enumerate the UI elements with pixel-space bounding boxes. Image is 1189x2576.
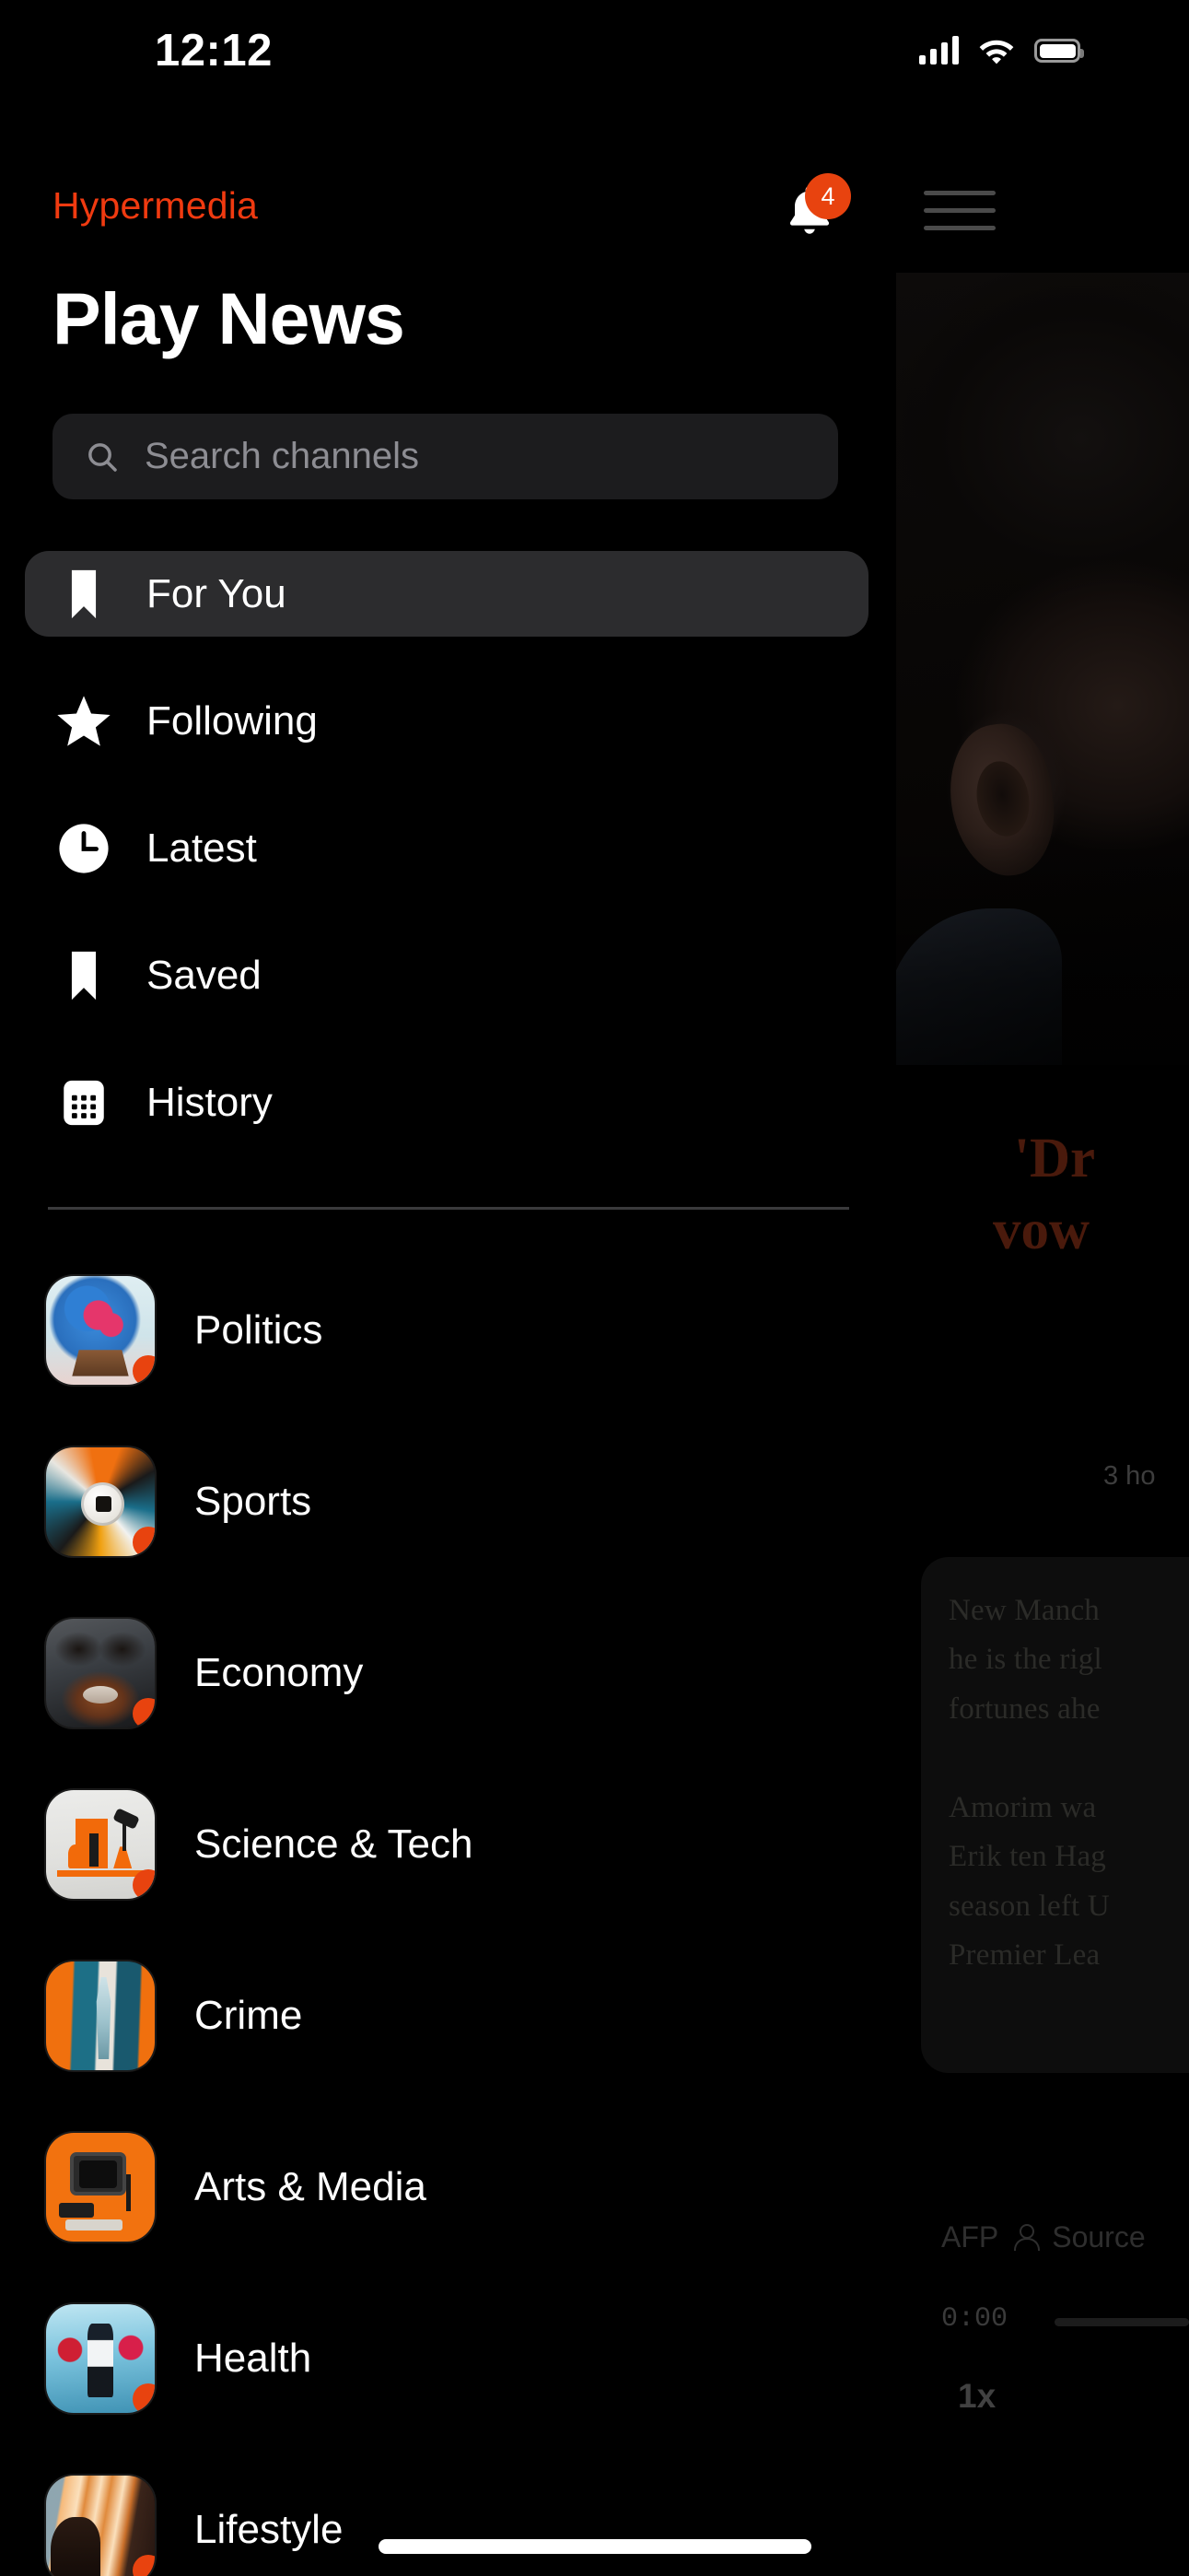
nav-item-latest[interactable]: Latest: [0, 805, 893, 891]
star-icon: [51, 694, 117, 749]
category-item-health[interactable]: Health: [0, 2304, 893, 2413]
nav-label: Following: [146, 697, 318, 744]
nav-list: For You Following Latest Saved History: [0, 551, 893, 1187]
search-icon: [88, 442, 117, 472]
nav-label: History: [146, 1079, 273, 1125]
hamburger-line: [924, 190, 996, 195]
status-bar: 12:12: [0, 0, 1189, 101]
cellular-signal-icon: [919, 36, 959, 64]
player-current-time[interactable]: 0:00: [941, 2303, 1008, 2335]
category-label: Crime: [194, 1993, 303, 2038]
section-divider: [48, 1207, 849, 1210]
weightlifter-thumb: [46, 2304, 155, 2413]
article-headline-line-2: vow: [993, 1200, 1090, 1261]
category-item-sports[interactable]: Sports: [0, 1447, 893, 1556]
lady-justice-thumb: [46, 1961, 155, 2070]
globe-on-stand-thumb: [46, 1276, 155, 1385]
category-label: Lifestyle: [194, 2507, 344, 2552]
player-progress-bar[interactable]: [1055, 2318, 1189, 2326]
nav-item-following[interactable]: Following: [0, 678, 893, 764]
phone-screen: 'Dr vow 3 ho New Manch he is the rigl fo…: [0, 0, 1189, 2576]
soccer-ball-thumb: [46, 1447, 155, 1556]
navigation-drawer: Hypermedia 4 Play News Search channels F…: [0, 0, 893, 2576]
category-list: Politics Sports Economy Science & Tech C…: [0, 1276, 893, 2576]
nav-label: For You: [146, 570, 286, 616]
nav-label: Saved: [146, 952, 262, 998]
nav-label: Latest: [146, 825, 257, 871]
brand-name: Hypermedia: [52, 184, 259, 227]
unread-dot: [133, 1698, 155, 1727]
clock-icon: [51, 822, 117, 875]
wifi-icon: [979, 40, 1014, 64]
bull-face-thumb: [46, 1619, 155, 1727]
nav-item-history[interactable]: History: [0, 1060, 893, 1145]
player-speed-button[interactable]: 1x: [958, 2377, 996, 2416]
category-item-science-tech[interactable]: Science & Tech: [0, 1790, 893, 1899]
unread-dot: [133, 1355, 155, 1385]
category-item-politics[interactable]: Politics: [0, 1276, 893, 1385]
page-title: Play News: [52, 277, 405, 359]
lab-beakers-thumb: [46, 1790, 155, 1899]
bookmark-icon: [51, 568, 117, 620]
search-placeholder: Search channels: [145, 436, 419, 476]
person-icon: [1013, 2223, 1041, 2252]
category-item-arts-media[interactable]: Arts & Media: [0, 2133, 893, 2242]
home-indicator-bar: [378, 2539, 811, 2554]
category-label: Health: [194, 2336, 312, 2381]
article-source-row: AFP Source: [941, 2220, 1146, 2254]
category-item-crime[interactable]: Crime: [0, 1961, 893, 2070]
status-bar-icons: [919, 36, 1084, 64]
article-source-name: AFP: [941, 2220, 999, 2254]
unread-dot: [133, 2383, 155, 2413]
notification-badge: 4: [805, 173, 851, 219]
battery-full-icon: [1034, 39, 1084, 63]
bookmark-icon: [51, 950, 117, 1001]
category-label: Sports: [194, 1479, 312, 1524]
article-source-label: Source: [1052, 2220, 1146, 2254]
article-body-text: New Manch he is the rigl fortunes ahe Am…: [949, 1594, 1110, 1973]
hamburger-line: [924, 207, 996, 213]
retro-tv-thumb: [46, 2133, 155, 2242]
category-label: Arts & Media: [194, 2164, 426, 2209]
hamburger-menu-icon[interactable]: [924, 181, 1003, 240]
article-timestamp: 3 ho: [1103, 1461, 1156, 1491]
category-label: Politics: [194, 1307, 323, 1352]
nav-item-saved[interactable]: Saved: [0, 932, 893, 1018]
nav-item-for-you[interactable]: For You: [25, 551, 868, 637]
unread-dot: [133, 1869, 155, 1899]
notifications-button[interactable]: 4: [772, 173, 851, 247]
category-label: Science & Tech: [194, 1821, 473, 1867]
article-headline-line-1: 'Dr: [1014, 1128, 1096, 1189]
reclining-person-thumb: [46, 2476, 155, 2576]
category-label: Economy: [194, 1650, 364, 1695]
unread-dot: [133, 1527, 155, 1556]
hamburger-line: [924, 225, 996, 230]
calendar-icon: [51, 1076, 117, 1130]
search-input[interactable]: Search channels: [52, 414, 838, 499]
category-item-economy[interactable]: Economy: [0, 1619, 893, 1727]
status-bar-time: 12:12: [155, 26, 273, 76]
category-item-lifestyle[interactable]: Lifestyle: [0, 2476, 893, 2576]
